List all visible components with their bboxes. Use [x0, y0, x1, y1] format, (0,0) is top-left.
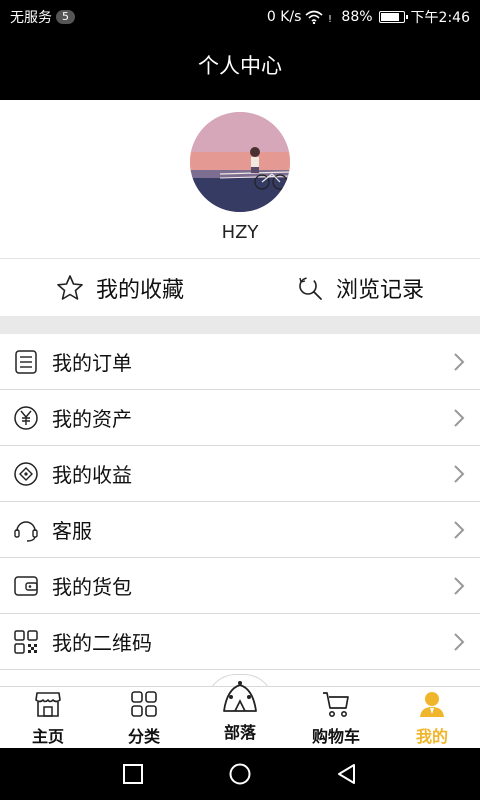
chevron-right-icon	[454, 577, 465, 595]
menu-item-wallet[interactable]: 我的货包	[0, 558, 480, 614]
headset-icon-wrap	[12, 516, 40, 544]
back-triangle-icon[interactable]	[335, 762, 359, 786]
menu-item-qr-code[interactable]: 我的二维码	[0, 614, 480, 670]
earnings-icon-wrap	[12, 460, 40, 488]
tab-label-category: 分类	[127, 727, 160, 746]
history-button[interactable]: 浏览记录	[240, 259, 480, 316]
tab-label-home: 主页	[31, 727, 64, 746]
menu-item-assets[interactable]: 我的资产	[0, 390, 480, 446]
cart-icon	[323, 692, 349, 717]
signal-off-icon: !	[328, 14, 332, 24]
system-nav-bar	[0, 748, 480, 800]
tab-label-mine: 我的	[415, 727, 448, 746]
menu-item-earnings[interactable]: 我的收益	[0, 446, 480, 502]
history-search-icon	[299, 276, 322, 300]
battery-percent: 88%	[341, 9, 373, 25]
order-list-icon-wrap	[12, 348, 40, 376]
chevron-right-icon	[454, 409, 465, 427]
earnings-icon	[14, 461, 38, 486]
menu-item-orders[interactable]: 我的订单	[0, 334, 480, 390]
tab-cart[interactable]: 购物车	[288, 687, 384, 748]
username: HZY	[221, 222, 259, 243]
wallet-icon	[14, 575, 38, 596]
category-grid-icon	[131, 691, 157, 717]
recent-apps-icon[interactable]	[121, 762, 145, 786]
tab-mine[interactable]: 我的	[384, 687, 480, 748]
menu-label-orders: 我的订单	[52, 351, 132, 375]
chevron-right-icon	[454, 521, 465, 539]
chevron-right-icon	[454, 465, 465, 483]
menu-item-customer-service[interactable]: 客服	[0, 502, 480, 558]
profile-section: HZY	[0, 100, 480, 258]
tent-icon	[223, 681, 257, 712]
tab-category[interactable]: 分类	[96, 687, 192, 748]
qr-code-icon	[14, 629, 38, 654]
yen-icon-wrap	[12, 404, 40, 432]
qr-code-icon-wrap	[12, 628, 40, 656]
headset-icon	[14, 520, 38, 542]
wallet-icon-wrap	[12, 572, 40, 600]
storefront-icon	[35, 692, 61, 717]
svg-text:!: !	[328, 14, 332, 24]
menu-label-earnings: 我的收益	[52, 463, 132, 487]
bottom-tab-bar: 主页 分类 部落 购物车 我的	[0, 681, 480, 748]
user-icon	[420, 692, 444, 717]
history-label: 浏览记录	[335, 277, 424, 303]
clock-text: 下午2:46	[410, 10, 470, 26]
section-divider	[0, 316, 480, 334]
menu-list: 我的订单 我的资产 我的收益 客服 我的货包 我的二维码	[0, 334, 480, 670]
battery-fill	[380, 13, 400, 21]
chevron-right-icon	[454, 353, 465, 371]
menu-label-customer-service: 客服	[52, 519, 92, 543]
network-speed: 0 K/s	[266, 9, 302, 25]
favorites-button[interactable]: 我的收藏	[0, 259, 240, 316]
battery-icon	[378, 11, 408, 23]
order-list-icon	[15, 349, 37, 374]
page-title: 个人中心	[0, 32, 480, 100]
avatar-image	[190, 112, 290, 212]
chevron-right-icon	[454, 633, 465, 651]
sim-badge: 5	[56, 10, 75, 24]
yen-icon	[14, 405, 38, 430]
quick-actions: 我的收藏 浏览记录	[0, 258, 480, 316]
menu-label-assets: 我的资产	[52, 407, 132, 431]
star-icon	[57, 274, 83, 300]
home-circle-icon[interactable]	[228, 762, 252, 786]
avatar[interactable]	[190, 112, 290, 212]
status-left: 无服务 5	[10, 7, 75, 27]
favorites-label: 我的收藏	[95, 277, 184, 303]
tab-tribe[interactable]: 部落	[192, 681, 288, 748]
tab-label-cart: 购物车	[311, 727, 360, 746]
menu-label-wallet: 我的货包	[52, 575, 132, 599]
tab-home[interactable]: 主页	[0, 687, 96, 748]
status-right: 0 K/s ! 88% 下午2:46	[267, 7, 470, 27]
tab-label-tribe: 部落	[223, 723, 256, 742]
status-bar: 无服务 5 0 K/s ! 88% 下午2:46	[0, 0, 480, 32]
wifi-icon	[305, 10, 323, 24]
menu-label-qr-code: 我的二维码	[52, 631, 152, 655]
carrier-text: 无服务	[10, 10, 52, 26]
